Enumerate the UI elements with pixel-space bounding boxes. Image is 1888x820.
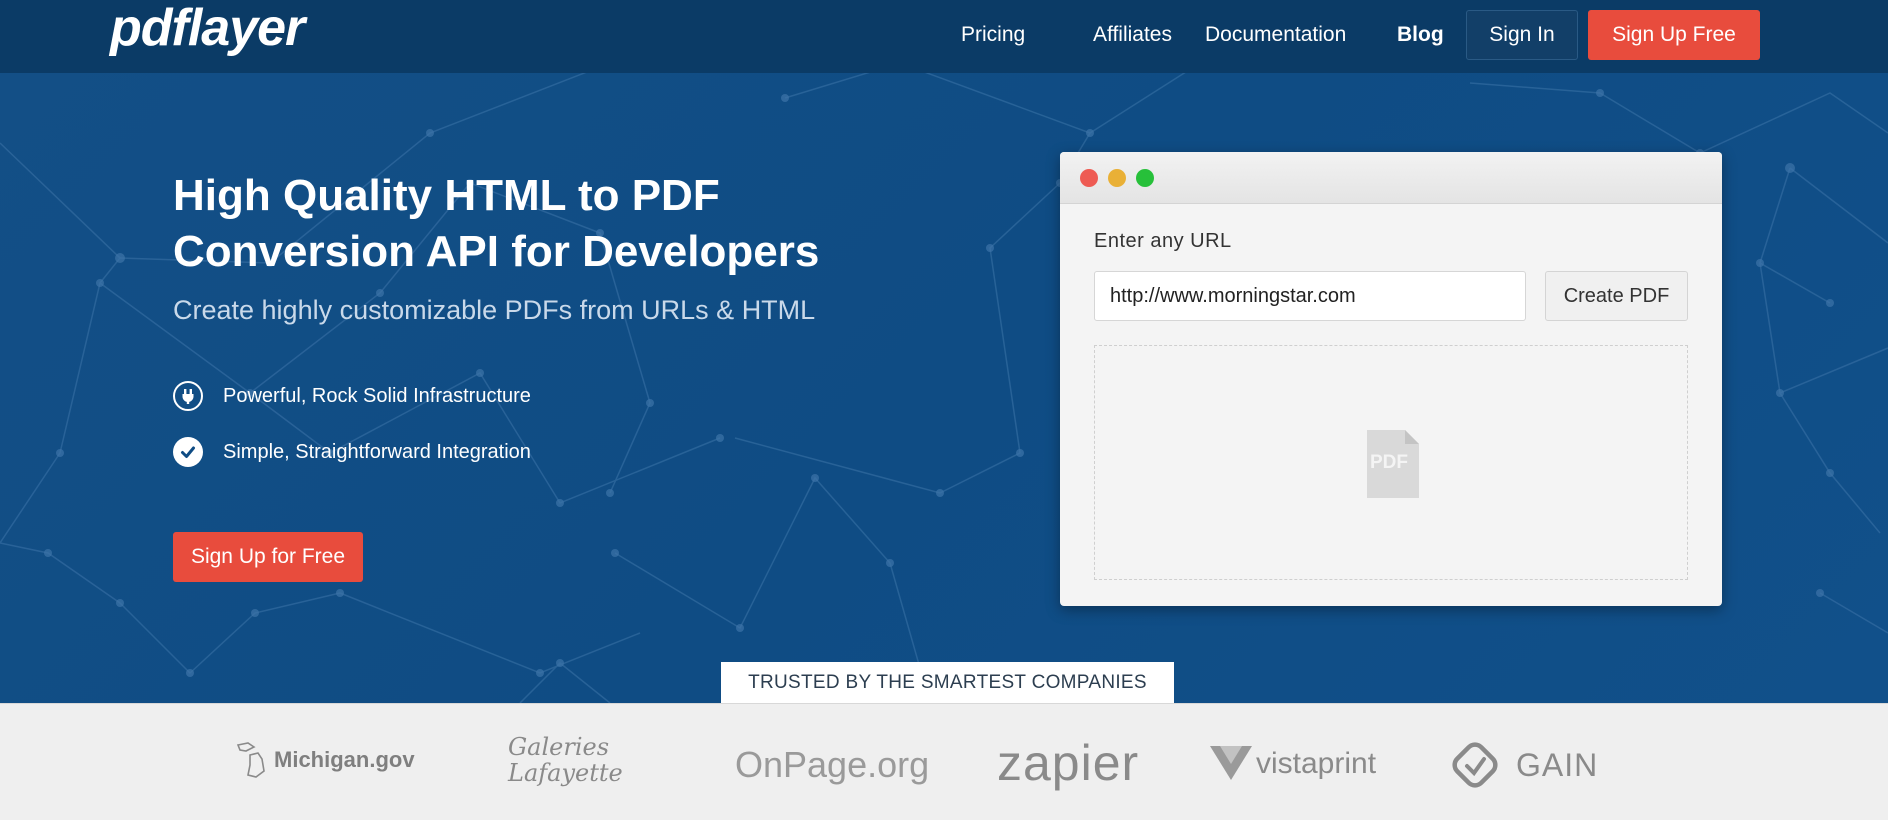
close-dot-icon [1080,169,1098,187]
nav-link-blog[interactable]: Blog [1397,22,1444,48]
gain-logo: GAIN [1450,740,1598,790]
url-input[interactable] [1094,271,1526,321]
minimize-dot-icon [1108,169,1126,187]
feature-item: Simple, Straightforward Integration [173,437,531,467]
create-pdf-button[interactable]: Create PDF [1545,271,1688,321]
vistaprint-logo: vistaprint [1210,746,1376,782]
trusted-heading: TRUSTED BY THE SMARTEST COMPANIES [721,662,1174,703]
hero-subheadline: Create highly customizable PDFs from URL… [173,295,816,325]
sign-in-button[interactable]: Sign In [1466,10,1578,60]
hero-headline-line-2: Conversion API for Developers [173,227,820,276]
michigan-gov-logo: Michigan.gov [232,741,415,779]
svg-text:PDF: PDF [1370,452,1408,473]
sign-up-for-free-button[interactable]: Sign Up for Free [173,532,363,582]
onpage-org-logo: OnPage.org [735,744,930,785]
nav-link-affiliates[interactable]: Affiliates [1093,22,1172,48]
window-titlebar [1060,152,1722,204]
top-navbar: pdflayer Pricing Affiliates Documentatio… [0,0,1888,73]
feature-item: Powerful, Rock Solid Infrastructure [173,381,531,411]
galeries-lafayette-logo: Galeries Lafayette [508,733,623,787]
check-circle-icon [173,437,203,467]
client-logos-strip: Michigan.gov Galeries Lafayette OnPage.o… [0,703,1888,820]
hero-headline-line-1: High Quality HTML to PDF [173,171,720,220]
pdf-demo-window: Enter any URL Create PDF PDF [1060,152,1722,606]
zapier-logo: zapier [997,735,1140,791]
sign-up-free-button[interactable]: Sign Up Free [1588,10,1760,60]
feature-text: Simple, Straightforward Integration [223,440,531,463]
url-label: Enter any URL [1094,230,1232,252]
nav-link-documentation[interactable]: Documentation [1205,22,1346,48]
plug-icon [173,381,203,411]
hero-section: High Quality HTML to PDF Conversion API … [0,73,1888,703]
feature-text: Powerful, Rock Solid Infrastructure [223,384,531,407]
pdf-file-icon: PDF [1367,430,1419,498]
pdf-preview-area: PDF [1094,345,1688,580]
nav-link-pricing[interactable]: Pricing [961,22,1025,48]
maximize-dot-icon [1136,169,1154,187]
pdflayer-logo[interactable]: pdflayer [110,2,305,54]
hero-headline: High Quality HTML to PDF Conversion API … [173,168,893,280]
